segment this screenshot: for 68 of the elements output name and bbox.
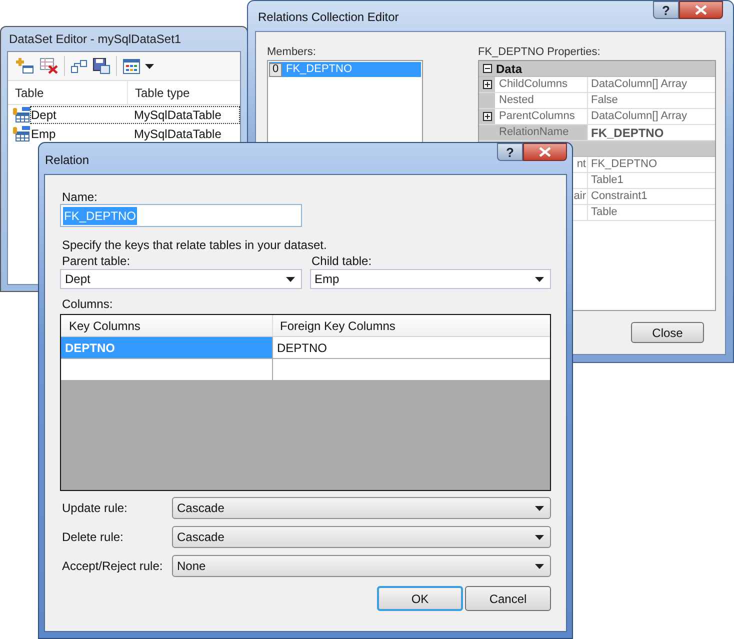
category-name: Data [496, 60, 522, 78]
close-icon [539, 147, 551, 157]
rule-label: Accept/Reject rule: [61, 558, 164, 575]
window-title: DataSet Editor - mySqlDataSet1 [8, 31, 182, 48]
add-table-icon[interactable] [16, 58, 34, 74]
table-icon [13, 126, 30, 142]
table-label: Child table: [310, 254, 373, 269]
dialog-button[interactable]: OK [377, 586, 463, 611]
name-value: FK_DEPTNO [63, 206, 138, 224]
window-title: Relation [44, 152, 90, 169]
table-icon [13, 106, 30, 122]
foreign-key-cell[interactable]: DEPTNO [273, 337, 550, 358]
dialog-button[interactable]: Cancel [465, 586, 551, 611]
expand-icon[interactable] [482, 80, 492, 89]
dropdown-arrow-icon [286, 276, 294, 282]
close-button[interactable] [679, 1, 723, 19]
column-header[interactable]: Table [8, 81, 128, 104]
table-row[interactable]: Dept MySqlDataTable [30, 106, 240, 124]
member-name: FK_DEPTNO [285, 62, 352, 78]
dropdown-arrow-icon [535, 506, 544, 510]
dropdown-arrow-icon [535, 564, 544, 568]
property-value-cell[interactable]: Table1 [588, 173, 715, 188]
save-icon[interactable] [93, 58, 110, 74]
dropdown-arrow-icon [535, 276, 544, 282]
property-value-cell[interactable]: FK_DEPTNO [588, 157, 715, 172]
expand-icon[interactable] [482, 112, 492, 121]
properties-label: FK_DEPTNO Properties: [478, 45, 602, 60]
window-title: Relations Collection Editor [257, 9, 399, 26]
close-icon [695, 5, 707, 15]
delete-table-icon[interactable] [40, 58, 58, 74]
table-name: Emp [30, 126, 57, 142]
column-header[interactable]: Foreign Key Columns [273, 315, 550, 336]
help-button[interactable]: ? [653, 1, 679, 19]
name-label: Name: [61, 189, 98, 204]
dropdown-arrow-icon [535, 534, 544, 540]
property-value-cell[interactable]: False [588, 93, 715, 108]
property-value-cell[interactable]: DataColumn[] Array [588, 109, 715, 124]
column-header[interactable]: Key Columns [61, 315, 273, 336]
grid-view-icon [123, 58, 140, 74]
rule-dropdown[interactable]: Cascade [172, 497, 551, 519]
member-index: 0 [269, 62, 282, 76]
table-row[interactable]: Emp MySqlDataTable [30, 124, 240, 142]
relation-icon[interactable] [71, 58, 87, 74]
property-value-cell[interactable]: Constraint1 [588, 189, 715, 204]
property-value-cell[interactable]: Table [588, 205, 715, 220]
rule-dropdown[interactable]: Cascade [172, 526, 551, 548]
property-value-cell[interactable]: DataColumn[] Array [588, 77, 715, 92]
rule-label: Delete rule: [61, 529, 124, 546]
table-type: MySqlDataTable [134, 106, 222, 124]
close-dialog-button[interactable]: Close [631, 322, 704, 343]
property-value-cell[interactable]: FK_DEPTNO [588, 125, 715, 140]
view-menu-button[interactable] [123, 58, 154, 74]
columns-label: Columns: [61, 296, 114, 313]
rule-dropdown[interactable]: None [172, 555, 551, 577]
table-dropdown[interactable]: Emp [310, 269, 551, 289]
collapse-icon[interactable] [483, 64, 492, 73]
close-button[interactable] [523, 143, 567, 161]
column-header[interactable]: Table type [128, 81, 240, 104]
table-dropdown[interactable]: Dept [60, 269, 302, 289]
table-name: Dept [30, 106, 58, 124]
table-type: MySqlDataTable [134, 126, 222, 142]
caret-icon [145, 64, 154, 68]
members-label: Members: [267, 45, 317, 60]
help-button[interactable]: ? [497, 143, 523, 161]
hint-text: Specify the keys that relate tables in your dataset. [61, 237, 328, 254]
member-item[interactable]: 0 FK_DEPTNO [269, 62, 421, 77]
table-label: Parent table: [61, 254, 132, 269]
rule-label: Update rule: [61, 500, 128, 517]
